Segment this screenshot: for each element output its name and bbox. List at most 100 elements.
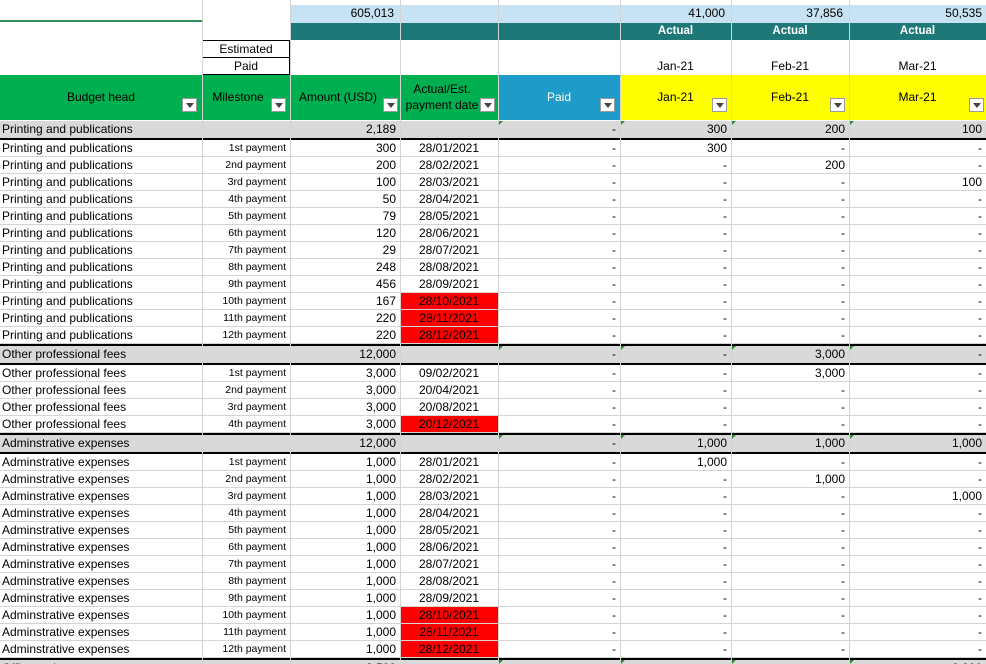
payment-date-cell[interactable]: 28/06/2021: [400, 539, 498, 556]
budget-head-cell[interactable]: Adminstrative expenses: [0, 573, 202, 590]
jan-cell[interactable]: -: [620, 416, 731, 433]
paid-cell[interactable]: -: [498, 505, 620, 522]
milestone-cell[interactable]: 3rd payment: [202, 399, 290, 416]
milestone-cell[interactable]: 1st payment: [202, 140, 290, 157]
milestone-cell[interactable]: 11th payment: [202, 310, 290, 327]
budget-head-cell[interactable]: Printing and publications: [0, 276, 202, 293]
amount-cell[interactable]: 1,000: [290, 556, 400, 573]
payment-date-cell[interactable]: [400, 660, 498, 664]
paid-cell[interactable]: -: [498, 624, 620, 641]
feb-cell[interactable]: 1,000: [731, 435, 849, 452]
jan-cell[interactable]: -: [620, 522, 731, 539]
feb-cell[interactable]: -: [731, 259, 849, 276]
paid-cell[interactable]: -: [498, 310, 620, 327]
budget-head-cell[interactable]: Other professional fees: [0, 416, 202, 433]
jan-cell[interactable]: -: [620, 276, 731, 293]
milestone-cell[interactable]: 12th payment: [202, 641, 290, 658]
payment-date-cell[interactable]: 28/04/2021: [400, 191, 498, 208]
amount-cell[interactable]: 1,000: [290, 573, 400, 590]
paid-cell[interactable]: -: [498, 174, 620, 191]
amount-cell[interactable]: 1,000: [290, 607, 400, 624]
jan-cell[interactable]: -: [620, 399, 731, 416]
budget-head-cell[interactable]: Adminstrative expenses: [0, 624, 202, 641]
milestone-cell[interactable]: 5th payment: [202, 522, 290, 539]
mar-cell[interactable]: -: [849, 590, 986, 607]
budget-head-cell[interactable]: Adminstrative expenses: [0, 471, 202, 488]
feb-cell[interactable]: -: [731, 174, 849, 191]
payment-date-cell[interactable]: [400, 346, 498, 363]
feb-cell[interactable]: -: [731, 488, 849, 505]
amount-cell[interactable]: 456: [290, 276, 400, 293]
jan-cell[interactable]: -: [620, 505, 731, 522]
paid-cell[interactable]: -: [498, 660, 620, 664]
milestone-cell[interactable]: 7th payment: [202, 556, 290, 573]
budget-head-cell[interactable]: Printing and publications: [0, 310, 202, 327]
spreadsheet-grid[interactable]: $ 605,013 $ 41,000 $ 37,856 $ 50,535 Act…: [0, 0, 986, 664]
budget-head-cell[interactable]: Printing and publications: [0, 140, 202, 157]
mar-cell[interactable]: -: [849, 471, 986, 488]
budget-head-cell[interactable]: Adminstrative expenses: [0, 454, 202, 471]
feb-cell[interactable]: -: [731, 191, 849, 208]
feb-cell[interactable]: -: [731, 454, 849, 471]
paid-cell[interactable]: -: [498, 573, 620, 590]
milestone-cell[interactable]: [202, 346, 290, 363]
budget-head-cell[interactable]: Printing and publications: [0, 225, 202, 242]
payment-date-cell[interactable]: 20/08/2021: [400, 399, 498, 416]
payment-date-cell[interactable]: 28/03/2021: [400, 174, 498, 191]
mar-cell[interactable]: 1,000: [849, 488, 986, 505]
paid-cell[interactable]: -: [498, 454, 620, 471]
mar-cell[interactable]: -: [849, 416, 986, 433]
paid-cell[interactable]: -: [498, 435, 620, 452]
feb-cell[interactable]: -: [731, 416, 849, 433]
budget-head-cell[interactable]: Printing and publications: [0, 242, 202, 259]
payment-date-cell[interactable]: 28/02/2021: [400, 471, 498, 488]
feb-cell[interactable]: -: [731, 624, 849, 641]
feb-cell[interactable]: -: [731, 399, 849, 416]
budget-head-cell[interactable]: Adminstrative expenses: [0, 488, 202, 505]
mar-cell[interactable]: -: [849, 641, 986, 658]
mar-cell[interactable]: -: [849, 157, 986, 174]
payment-date-cell[interactable]: 28/08/2021: [400, 259, 498, 276]
amount-cell[interactable]: 1,000: [290, 505, 400, 522]
amount-cell[interactable]: 220: [290, 310, 400, 327]
paid-cell[interactable]: -: [498, 382, 620, 399]
milestone-cell[interactable]: 12th payment: [202, 327, 290, 344]
mar-cell[interactable]: -: [849, 293, 986, 310]
amount-cell[interactable]: 1,000: [290, 539, 400, 556]
payment-date-cell[interactable]: 20/04/2021: [400, 382, 498, 399]
amount-cell[interactable]: 200: [290, 157, 400, 174]
paid-cell[interactable]: -: [498, 191, 620, 208]
jan-cell[interactable]: -: [620, 157, 731, 174]
mar-cell[interactable]: -: [849, 208, 986, 225]
amount-cell[interactable]: 100: [290, 174, 400, 191]
mar-cell[interactable]: -: [849, 365, 986, 382]
payment-date-cell[interactable]: 28/10/2021: [400, 607, 498, 624]
budget-head-cell[interactable]: Printing and publications: [0, 157, 202, 174]
filter-dropdown-icon[interactable]: [271, 98, 286, 112]
payment-date-cell[interactable]: 28/02/2021: [400, 157, 498, 174]
feb-cell[interactable]: -: [731, 607, 849, 624]
payment-date-cell[interactable]: 28/01/2021: [400, 140, 498, 157]
filter-dropdown-icon[interactable]: [182, 98, 197, 112]
paid-cell[interactable]: -: [498, 208, 620, 225]
payment-date-cell[interactable]: 28/11/2021: [400, 310, 498, 327]
milestone-cell[interactable]: 8th payment: [202, 259, 290, 276]
milestone-cell[interactable]: 9th payment: [202, 590, 290, 607]
jan-cell[interactable]: -: [620, 539, 731, 556]
paid-cell[interactable]: -: [498, 522, 620, 539]
payment-date-cell[interactable]: 28/05/2021: [400, 208, 498, 225]
amount-cell[interactable]: 1,000: [290, 624, 400, 641]
jan-cell[interactable]: 1,000: [620, 454, 731, 471]
milestone-cell[interactable]: 4th payment: [202, 191, 290, 208]
budget-head-cell[interactable]: Adminstrative expenses: [0, 539, 202, 556]
milestone-cell[interactable]: 3rd payment: [202, 488, 290, 505]
mar-cell[interactable]: -: [849, 259, 986, 276]
budget-head-cell[interactable]: Printing and publications: [0, 208, 202, 225]
mar-cell[interactable]: -: [849, 573, 986, 590]
feb-cell[interactable]: [731, 660, 849, 664]
paid-cell[interactable]: -: [498, 276, 620, 293]
milestone-cell[interactable]: 10th payment: [202, 607, 290, 624]
jan-cell[interactable]: -: [620, 346, 731, 363]
payment-date-cell[interactable]: 28/09/2021: [400, 590, 498, 607]
jan-cell[interactable]: -: [620, 293, 731, 310]
